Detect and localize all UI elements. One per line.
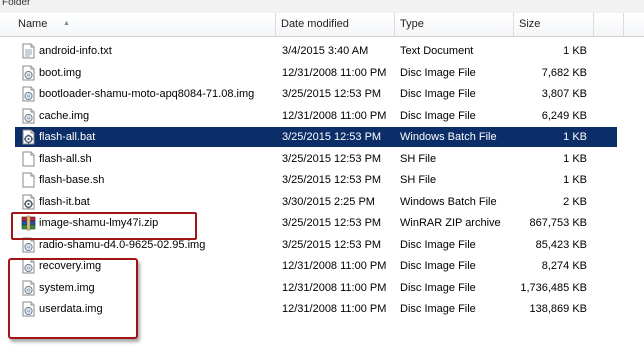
batch-file-icon xyxy=(21,194,36,210)
file-type: Disc Image File xyxy=(400,88,476,100)
file-type: SH File xyxy=(400,174,437,186)
highlight-box-images xyxy=(8,258,138,339)
file-size: 85,423 KB xyxy=(535,238,587,251)
column-header-name[interactable]: Name ▲ xyxy=(13,13,276,36)
file-date: 3/25/2015 12:53 PM xyxy=(282,152,382,165)
file-type: Disc Image File xyxy=(400,66,476,79)
highlight-box-zip xyxy=(11,212,197,240)
file-date: 12/31/2008 11:00 PM xyxy=(282,66,387,79)
file-type: Disc Image File xyxy=(400,260,476,272)
file-size: 6,249 KB xyxy=(541,109,587,122)
file-row[interactable]: flash-all.sh 3/25/2015 12:53 PM SH File 1 K… xyxy=(0,149,644,169)
file-size: 1 KB xyxy=(563,174,587,186)
file-date: 3/25/2015 12:53 PM xyxy=(282,88,382,100)
file-type: Disc Image File xyxy=(400,109,476,122)
text-file-icon xyxy=(21,43,36,59)
file-size: 138,869 KB xyxy=(529,303,588,315)
disc-image-icon xyxy=(21,108,36,124)
file-row[interactable]: bootloader-shamu-moto-apq8084-71.08.img 3… xyxy=(0,84,644,104)
disc-image-icon xyxy=(21,86,36,102)
file-date: 12/31/2008 11:00 PM xyxy=(282,303,387,315)
file-size: 867,753 KB xyxy=(529,217,588,229)
file-type: Windows Batch File xyxy=(400,131,497,143)
file-name: flash-all.bat xyxy=(39,131,96,143)
file-date: 12/31/2008 11:00 PM xyxy=(282,260,387,272)
file-row[interactable]: android-info.txt 3/4/2015 3:40 AM Text Doc… xyxy=(0,41,644,61)
column-header-size[interactable]: Size xyxy=(514,13,594,36)
file-name: cache.img xyxy=(39,109,90,122)
file-size: 1 KB xyxy=(563,152,587,165)
file-name: android-info.txt xyxy=(39,45,112,57)
file-type: WinRAR ZIP archive xyxy=(400,217,501,229)
column-header: Name ▲ Date modified Type Size xyxy=(0,13,644,37)
file-name: boot.img xyxy=(39,66,82,79)
file-type: Windows Batch File xyxy=(400,195,497,208)
file-type: SH File xyxy=(400,152,437,165)
file-row[interactable]: flash-base.sh 3/25/2015 12:53 PM SH File 1 … xyxy=(0,170,644,190)
file-size: 1,736,485 KB xyxy=(520,281,587,294)
file-date: 3/4/2015 3:40 AM xyxy=(282,45,369,57)
blank-file-icon xyxy=(21,151,36,167)
sort-ascending-icon: ▲ xyxy=(63,20,70,27)
file-date: 12/31/2008 11:00 PM xyxy=(282,109,387,122)
file-type: Disc Image File xyxy=(400,303,476,315)
file-name: flash-it.bat xyxy=(39,195,90,208)
file-name: flash-base.sh xyxy=(39,174,105,186)
file-size: 7,682 KB xyxy=(541,66,587,79)
file-type: Text Document xyxy=(400,45,474,57)
file-size: 3,807 KB xyxy=(541,88,587,100)
column-header-date[interactable]: Date modified xyxy=(276,13,395,36)
folder-label: Folder xyxy=(2,0,31,8)
file-date: 3/25/2015 12:53 PM xyxy=(282,238,382,251)
column-header-type[interactable]: Type xyxy=(395,13,514,36)
file-size: 1 KB xyxy=(563,45,587,57)
file-row[interactable]: cache.img 12/31/2008 11:00 PM Disc Image F… xyxy=(0,106,644,126)
file-name: flash-all.sh xyxy=(39,152,92,165)
file-size: 1 KB xyxy=(563,131,587,143)
file-date: 12/31/2008 11:00 PM xyxy=(282,281,387,294)
file-date: 3/30/2015 2:25 PM xyxy=(282,195,375,208)
file-row[interactable]: flash-it.bat 3/30/2015 2:25 PM Windows Bat… xyxy=(0,192,644,212)
file-date: 3/25/2015 12:53 PM xyxy=(282,131,382,143)
file-row[interactable]: boot.img 12/31/2008 11:00 PM Disc Image Fi… xyxy=(0,63,644,83)
blank-file-icon xyxy=(21,172,36,188)
file-name: bootloader-shamu-moto-apq8084-71.08.img xyxy=(39,88,255,100)
file-type: Disc Image File xyxy=(400,238,476,251)
file-row[interactable]: flash-all.bat 3/25/2015 12:53 PM Windows B… xyxy=(0,127,644,147)
file-date: 3/25/2015 12:53 PM xyxy=(282,174,382,186)
file-date: 3/25/2015 12:53 PM xyxy=(282,217,382,229)
window-top-strip: Folder xyxy=(0,0,644,14)
file-size: 2 KB xyxy=(563,195,587,208)
file-type: Disc Image File xyxy=(400,281,476,294)
column-header-spacer xyxy=(594,13,624,36)
disc-image-icon xyxy=(21,65,36,81)
batch-file-icon xyxy=(21,129,36,145)
file-size: 8,274 KB xyxy=(541,260,587,272)
